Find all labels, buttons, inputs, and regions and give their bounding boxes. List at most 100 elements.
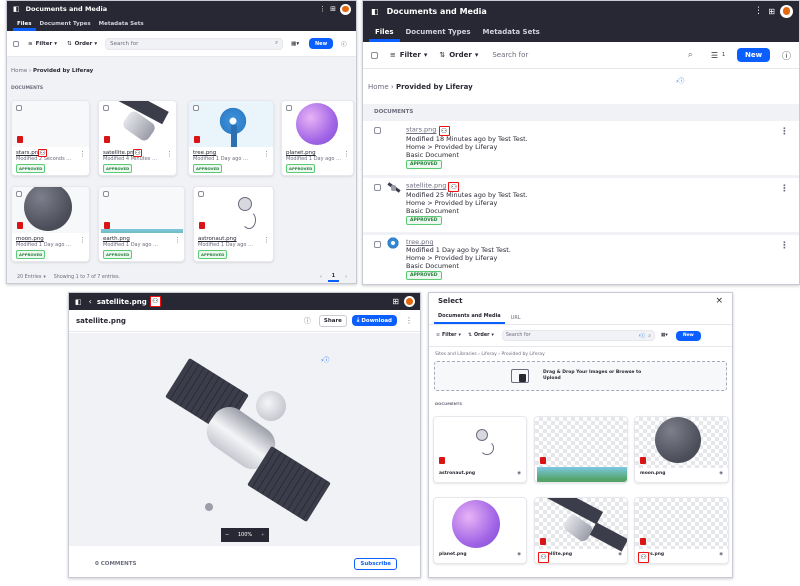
- options-icon[interactable]: ⋮: [319, 5, 326, 13]
- file-name[interactable]: stars.png: [406, 126, 436, 134]
- tab-documents-and-media[interactable]: Documents and Media: [434, 313, 505, 324]
- breadcrumb-liferay[interactable]: Liferay: [481, 352, 496, 357]
- drop-zone[interactable]: Drag & Drop Your Images or Browse to Upl…: [434, 361, 727, 391]
- card-checkbox[interactable]: [286, 105, 292, 111]
- sidebar-toggle-icon[interactable]: ◧: [13, 5, 20, 13]
- search-icon[interactable]: ⌕: [688, 50, 693, 60]
- file-card[interactable]: stars.png⚇Modified 2 Seconds ago by T...…: [11, 100, 90, 176]
- kebab-icon[interactable]: ⋮: [79, 236, 86, 244]
- eye-icon[interactable]: ◉: [618, 552, 622, 557]
- row-checkbox[interactable]: [374, 127, 381, 134]
- list-item[interactable]: stars.png ⚇ Modified 18 Minutes ago by T…: [363, 121, 799, 175]
- list-view-icon[interactable]: ☰: [711, 51, 718, 60]
- select-card[interactable]: satellite.png ◉ ⚇: [534, 497, 628, 564]
- file-card[interactable]: moon.pngModified 1 Day ago by T...APPROV…: [11, 186, 90, 262]
- tab-files[interactable]: Files: [13, 21, 36, 31]
- new-button[interactable]: New: [309, 38, 334, 49]
- card-checkbox[interactable]: [198, 191, 204, 197]
- eye-icon[interactable]: ◉: [719, 471, 723, 476]
- kebab-icon[interactable]: ⋮: [263, 236, 270, 244]
- select-all-checkbox[interactable]: [371, 51, 378, 59]
- tab-document-types[interactable]: Document Types: [36, 21, 95, 31]
- file-card[interactable]: astronaut.pngModified 1 Day ago by T...A…: [193, 186, 274, 262]
- list-item[interactable]: tree.png Modified 1 Day ago by Test Test…: [363, 235, 799, 284]
- page-number[interactable]: 1: [327, 273, 340, 282]
- entries-dropdown[interactable]: 20 Entries: [17, 275, 41, 280]
- highlighted-share-icon[interactable]: ⚇: [149, 296, 161, 307]
- breadcrumb-home[interactable]: Home: [11, 68, 27, 74]
- eye-icon[interactable]: ◉: [517, 471, 521, 476]
- filter-dropdown[interactable]: Filter: [400, 51, 421, 59]
- search-icon[interactable]: ⌕: [648, 333, 651, 339]
- select-all-checkbox[interactable]: [13, 40, 19, 47]
- breadcrumb-home[interactable]: Home: [368, 83, 389, 91]
- kebab-icon[interactable]: ⋮: [174, 236, 181, 244]
- subscribe-button[interactable]: Subscribe: [354, 558, 397, 570]
- info-icon[interactable]: ⓘ: [341, 40, 347, 48]
- order-dropdown[interactable]: Order: [449, 51, 472, 59]
- tab-metadata-sets[interactable]: Metadata Sets: [95, 21, 148, 31]
- file-card[interactable]: earth.pngModified 1 Day ago by T...APPRO…: [98, 186, 185, 262]
- kebab-icon[interactable]: ⋮: [263, 150, 270, 158]
- tab-document-types[interactable]: Document Types: [400, 28, 477, 42]
- search-input[interactable]: Search for ⌕: [492, 48, 692, 62]
- prev-page-icon[interactable]: ‹: [320, 275, 322, 280]
- file-name[interactable]: tree.png: [406, 238, 434, 246]
- apps-icon[interactable]: ⊞: [768, 7, 775, 16]
- kebab-icon[interactable]: ⋮: [343, 150, 350, 158]
- kebab-icon[interactable]: ⋮: [79, 150, 86, 158]
- kebab-icon[interactable]: ⋮: [166, 150, 173, 158]
- apps-icon[interactable]: ⊞: [392, 297, 399, 306]
- highlighted-share-icon[interactable]: ⚇: [638, 552, 649, 563]
- kebab-icon[interactable]: ⋮: [405, 316, 413, 325]
- select-card[interactable]: stars.png ◉ ⚇: [634, 497, 729, 564]
- card-checkbox[interactable]: [193, 105, 199, 111]
- info-icon[interactable]: ⓘ: [304, 316, 311, 326]
- card-checkbox[interactable]: [103, 105, 109, 111]
- select-card[interactable]: astronaut.png ◉: [433, 416, 527, 483]
- apps-icon[interactable]: ⊞: [330, 5, 336, 13]
- kebab-icon[interactable]: ⋮: [780, 127, 789, 137]
- select-card[interactable]: moon.png ◉: [634, 416, 729, 483]
- tab-files[interactable]: Files: [369, 28, 400, 42]
- eye-icon[interactable]: ◉: [719, 552, 723, 557]
- row-checkbox[interactable]: [374, 184, 381, 191]
- highlighted-share-icon[interactable]: ⚇: [448, 182, 460, 192]
- card-checkbox[interactable]: [103, 191, 109, 197]
- select-card[interactable]: planet.png ◉: [433, 497, 527, 564]
- new-button[interactable]: New: [675, 330, 701, 341]
- file-card[interactable]: planet.pngModified 1 Day ago by T...APPR…: [281, 100, 354, 176]
- sidebar-toggle-icon[interactable]: ◧: [371, 7, 379, 16]
- highlighted-share-icon[interactable]: ⚇: [538, 552, 549, 563]
- tab-url[interactable]: URL: [505, 315, 527, 324]
- search-icon[interactable]: ⌕: [275, 40, 278, 47]
- highlighted-share-icon[interactable]: ⚇: [438, 126, 450, 136]
- view-toggle-icon[interactable]: ▦▾: [291, 41, 299, 47]
- avatar[interactable]: [340, 3, 351, 15]
- kebab-icon[interactable]: ⋮: [780, 241, 789, 251]
- zoom-out-icon[interactable]: −: [225, 532, 229, 538]
- sidebar-toggle-icon[interactable]: ◧: [75, 298, 82, 306]
- highlighted-share-icon[interactable]: ⚇: [133, 149, 142, 157]
- avatar[interactable]: [780, 4, 793, 18]
- card-checkbox[interactable]: [16, 191, 22, 197]
- file-card[interactable]: tree.pngModified 1 Day ago by T...APPROV…: [188, 100, 274, 176]
- row-checkbox[interactable]: [374, 241, 381, 248]
- view-toggle-icon[interactable]: ▦▾: [661, 333, 668, 338]
- card-checkbox[interactable]: [16, 105, 22, 111]
- tab-metadata-sets[interactable]: Metadata Sets: [477, 28, 546, 42]
- select-card[interactable]: earth.png◉: [534, 416, 628, 483]
- filter-dropdown[interactable]: Filter: [36, 41, 53, 47]
- search-input[interactable]: Search for ›ⓘ ⌕: [501, 330, 655, 341]
- file-card[interactable]: satellite.png⚇Modified 4 Minutes ago by …: [98, 100, 177, 176]
- file-name[interactable]: satellite.png: [406, 182, 446, 190]
- info-icon[interactable]: ⓘ: [782, 49, 791, 62]
- breadcrumb-sites[interactable]: Sites and Libraries: [435, 352, 477, 357]
- back-icon[interactable]: ‹: [89, 297, 92, 306]
- close-icon[interactable]: ×: [715, 296, 723, 306]
- filter-dropdown[interactable]: Filter: [442, 333, 456, 338]
- search-input[interactable]: Search for ⌕: [105, 37, 284, 50]
- highlighted-share-icon[interactable]: ⚇: [38, 149, 47, 157]
- avatar[interactable]: [404, 296, 415, 307]
- kebab-icon[interactable]: ⋮: [780, 184, 789, 194]
